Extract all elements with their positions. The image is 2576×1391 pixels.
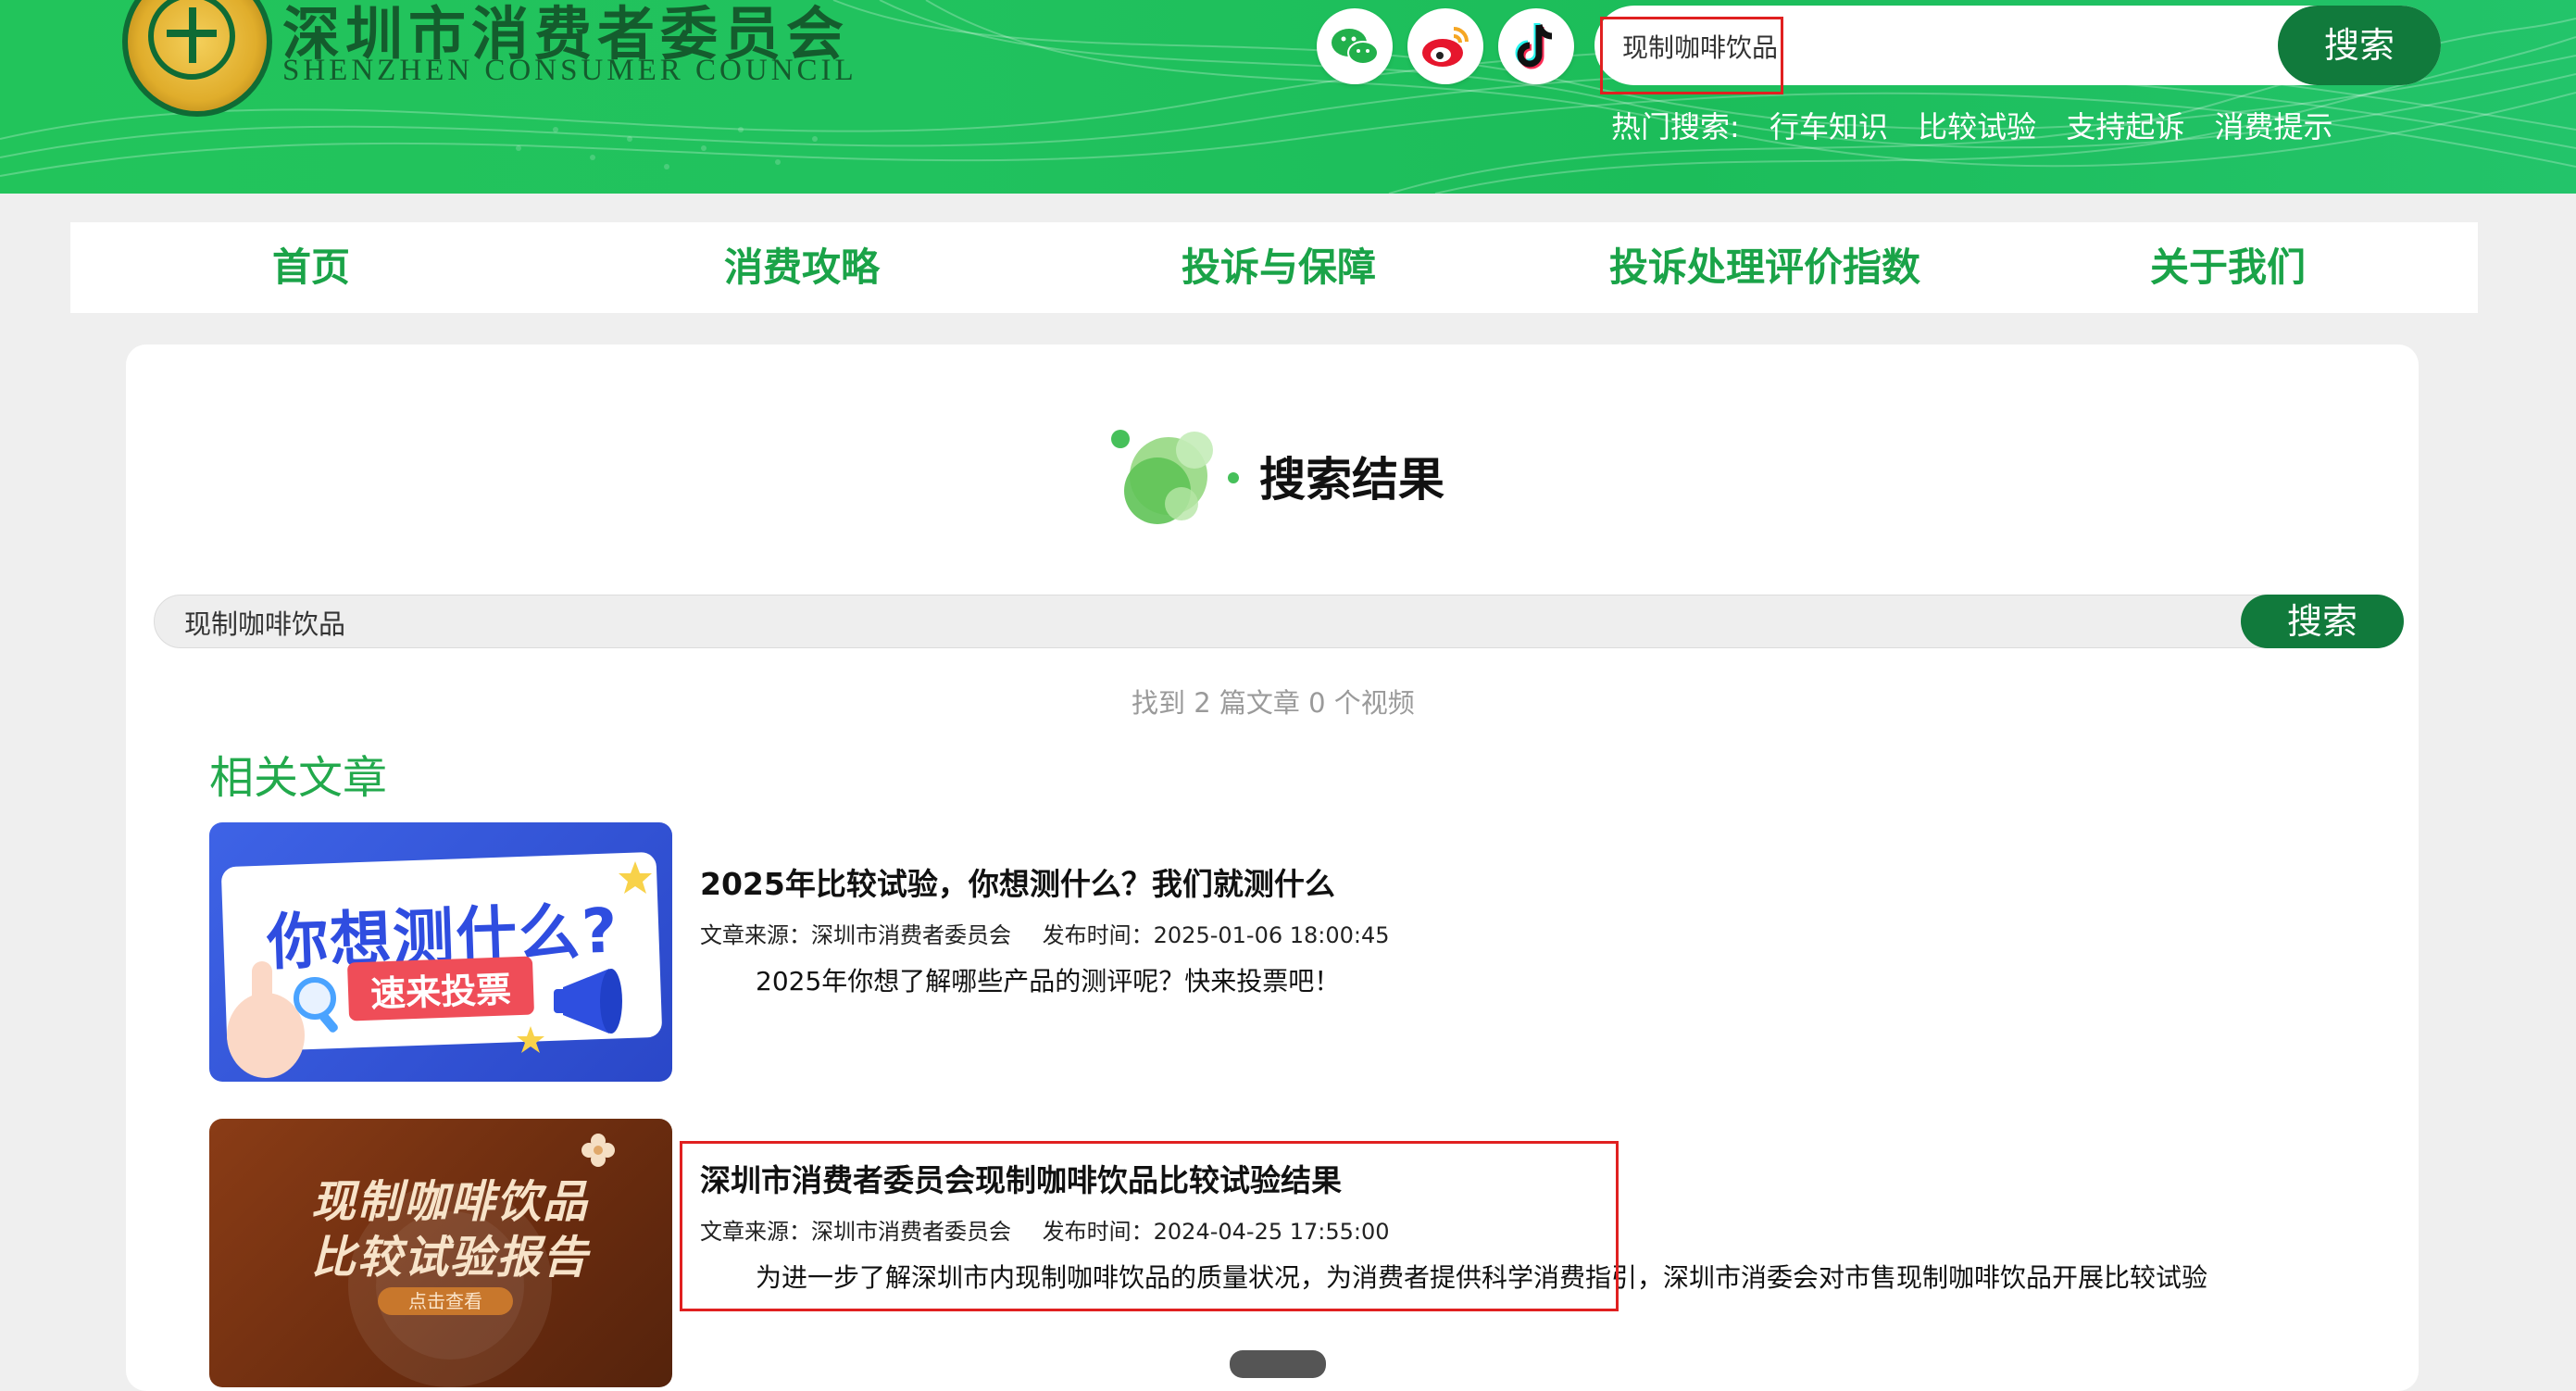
hot-link-tips[interactable]: 消费提示 xyxy=(2215,104,2333,146)
article-thumbnail[interactable]: 现制咖啡饮品 比较试验报告 点击查看 xyxy=(209,1119,672,1387)
megaphone-icon xyxy=(554,969,622,1034)
article-title[interactable]: 2025年比较试验，你想测什么？我们就测什么 xyxy=(700,859,1335,904)
hot-link-lawsuit[interactable]: 支持起诉 xyxy=(2066,104,2184,146)
nav-item-home[interactable]: 首页 xyxy=(265,222,357,313)
article-time: 发布时间：2024-04-25 17:55:00 xyxy=(1042,1219,1390,1245)
page-title: 搜索结果 xyxy=(1259,453,1444,507)
article-meta: 文章来源：深圳市消费者委员会 发布时间：2025-01-06 18:00:45 xyxy=(700,917,1414,949)
header-search-button[interactable]: 搜索 xyxy=(2278,6,2441,85)
hot-search-label: 热门搜索: xyxy=(1611,109,1740,144)
weibo-button[interactable] xyxy=(1407,8,1483,84)
thumbnail-view-button[interactable]: 点击查看 xyxy=(378,1287,513,1315)
scroll-to-top-handle[interactable] xyxy=(1230,1350,1326,1378)
nav-item-complaint-index[interactable]: 投诉处理评价指数 xyxy=(1589,222,1941,313)
article-source: 文章来源：深圳市消费者委员会 xyxy=(700,1219,1011,1245)
star-icon xyxy=(517,1026,544,1053)
logo-title-en[interactable]: SHENZHEN CONSUMER COUNCIL xyxy=(282,54,857,88)
section-title: 相关文章 xyxy=(209,752,388,804)
article-description: 2025年你想了解哪些产品的测评呢？快来投票吧！ xyxy=(756,966,1341,996)
main-search-button[interactable]: 搜索 xyxy=(2241,595,2404,648)
nav-item-guide[interactable]: 消费攻略 xyxy=(709,222,894,313)
thumbnail-subtitle: 比较试验报告 xyxy=(311,1232,590,1284)
main-search-bar[interactable] xyxy=(154,595,2402,648)
wechat-button[interactable] xyxy=(1317,8,1393,84)
tiktok-icon xyxy=(1515,23,1553,69)
article-title[interactable]: 深圳市消费者委员会现制咖啡饮品比较试验结果 xyxy=(700,1156,1342,1200)
nav-item-complaint[interactable]: 投诉与保障 xyxy=(1163,222,1394,313)
star-icon xyxy=(619,861,652,894)
article-thumbnail[interactable]: 你想测什么? 速来投票 xyxy=(209,822,672,1082)
flower-icon xyxy=(581,1134,615,1167)
logo-bar xyxy=(189,7,196,63)
tiktok-button[interactable] xyxy=(1498,8,1574,84)
site-header: 深圳市消费者委员会 SHENZHEN CONSUMER COUNCIL 现制咖啡… xyxy=(0,0,2576,194)
main-search-input[interactable] xyxy=(182,601,1945,644)
header-search-input[interactable] xyxy=(1620,22,2272,70)
nav-item-about[interactable]: 关于我们 xyxy=(2135,222,2320,313)
wechat-icon xyxy=(1332,29,1379,65)
hot-search-row: 热门搜索: 行车知识 比较试验 支持起诉 消费提示 xyxy=(1611,104,2354,146)
weibo-icon xyxy=(1422,27,1469,67)
main-nav: 首页 消费攻略 投诉与保障 投诉处理评价指数 关于我们 xyxy=(70,222,2478,313)
article-description: 为进一步了解深圳市内现制咖啡饮品的质量状况，为消费者提供科学消费指引，深圳市消委… xyxy=(756,1262,2208,1293)
article-meta: 文章来源：深圳市消费者委员会 发布时间：2024-04-25 17:55:00 xyxy=(700,1213,1414,1246)
thumbnail-subtitle: 速来投票 xyxy=(346,956,535,1021)
article-source: 文章来源：深圳市消费者委员会 xyxy=(700,922,1011,948)
hot-link-driving[interactable]: 行车知识 xyxy=(1769,104,1888,146)
hot-link-comparison[interactable]: 比较试验 xyxy=(1918,104,2036,146)
bubbles-decoration-icon xyxy=(1111,430,1239,524)
article-time: 发布时间：2025-01-06 18:00:45 xyxy=(1042,922,1390,948)
result-count: 找到 2 篇文章 0 个视频 xyxy=(1132,687,1415,719)
